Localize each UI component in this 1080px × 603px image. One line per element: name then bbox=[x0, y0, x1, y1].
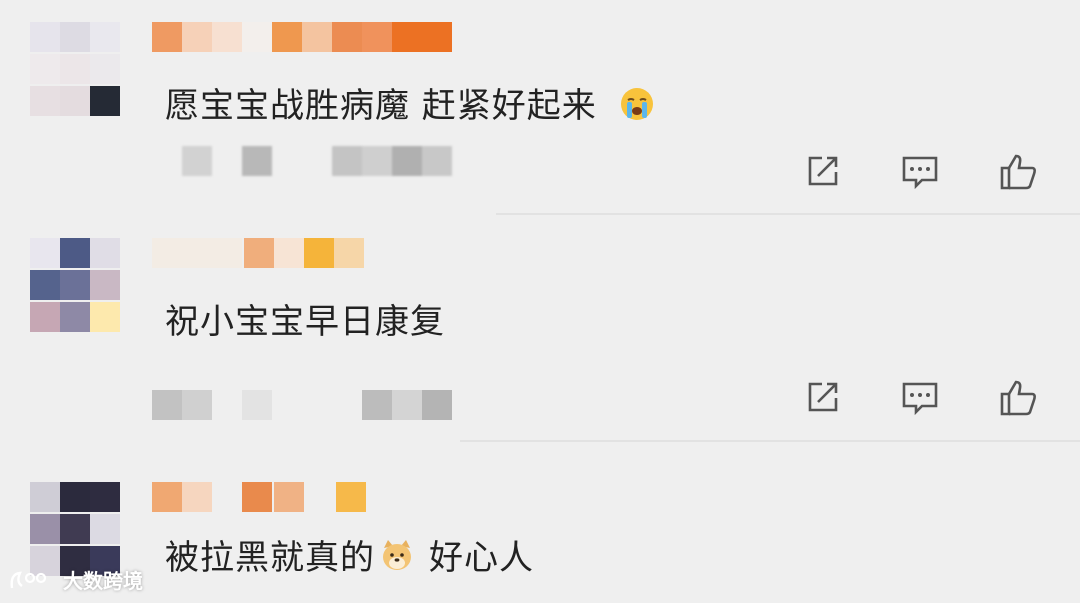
avatar[interactable] bbox=[30, 238, 122, 334]
comment-text-content: 被拉黑就真的 bbox=[165, 538, 375, 578]
avatar[interactable] bbox=[30, 482, 122, 578]
share-icon[interactable] bbox=[800, 150, 844, 194]
like-icon[interactable] bbox=[996, 376, 1040, 420]
watermark: 大数跨境 bbox=[8, 565, 143, 597]
reply-icon[interactable] bbox=[898, 376, 942, 420]
reply-icon[interactable] bbox=[898, 150, 942, 194]
comment-item: 祝小宝宝早日康复 bbox=[0, 216, 1080, 440]
comment-item: 被拉黑就真的 好心人 bbox=[0, 442, 1080, 603]
watermark-text: 大数跨境 bbox=[62, 569, 143, 593]
watermark-logo-icon bbox=[8, 570, 52, 597]
comment-text-content: 祝小宝宝早日康复 bbox=[165, 302, 445, 342]
username[interactable] bbox=[152, 482, 372, 512]
username[interactable] bbox=[152, 22, 462, 52]
comment-meta bbox=[152, 390, 462, 420]
comment-text-tail: 好心人 bbox=[429, 538, 534, 578]
comment-item: 愿宝宝战胜病魔 赶紧好起来 bbox=[0, 0, 1080, 214]
comment-text-content: 愿宝宝战胜病魔 赶紧好起来 bbox=[165, 86, 597, 126]
comment-text: 愿宝宝战胜病魔 赶紧好起来 bbox=[165, 78, 655, 127]
comment-text: 被拉黑就真的 好心人 bbox=[165, 530, 534, 579]
like-icon[interactable] bbox=[996, 150, 1040, 194]
comment-actions bbox=[800, 376, 1040, 420]
crying-face-icon bbox=[619, 86, 655, 122]
divider bbox=[496, 213, 1080, 215]
doge-dog-icon bbox=[379, 538, 415, 574]
comment-meta bbox=[182, 146, 462, 176]
avatar[interactable] bbox=[30, 22, 122, 118]
username[interactable] bbox=[152, 238, 372, 268]
comment-actions bbox=[800, 150, 1040, 194]
share-icon[interactable] bbox=[800, 376, 844, 420]
comment-text: 祝小宝宝早日康复 bbox=[165, 294, 445, 343]
